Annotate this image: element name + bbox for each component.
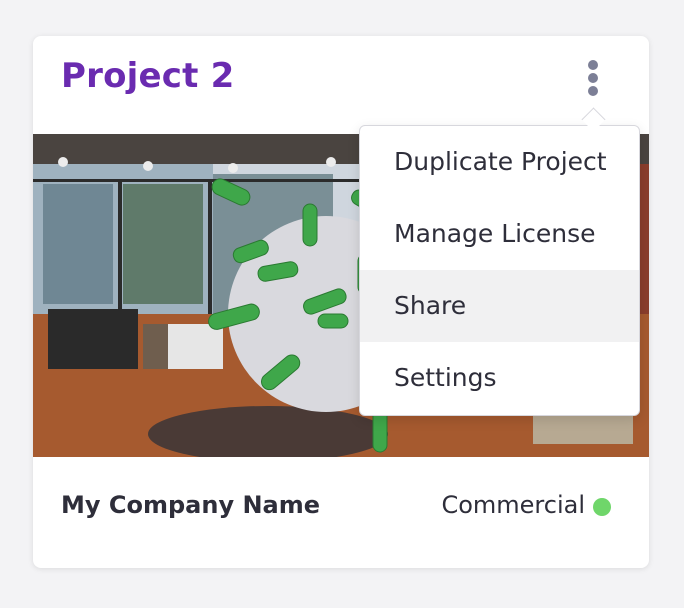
status-dot-icon	[593, 498, 611, 516]
menu-item-manage-license[interactable]: Manage License	[360, 198, 639, 270]
menu-item-settings[interactable]: Settings	[360, 342, 639, 414]
menu-item-duplicate-project[interactable]: Duplicate Project	[360, 126, 639, 198]
company-name: My Company Name	[61, 491, 321, 519]
more-options-icon[interactable]	[581, 58, 605, 98]
kebab-dot	[588, 60, 598, 70]
menu-item-share[interactable]: Share	[360, 270, 639, 342]
kebab-dot	[588, 86, 598, 96]
project-options-menu: Duplicate Project Manage License Share S…	[359, 125, 640, 416]
kebab-dot	[588, 73, 598, 83]
license-type: Commercial	[441, 491, 585, 519]
project-title[interactable]: Project 2	[61, 56, 234, 96]
